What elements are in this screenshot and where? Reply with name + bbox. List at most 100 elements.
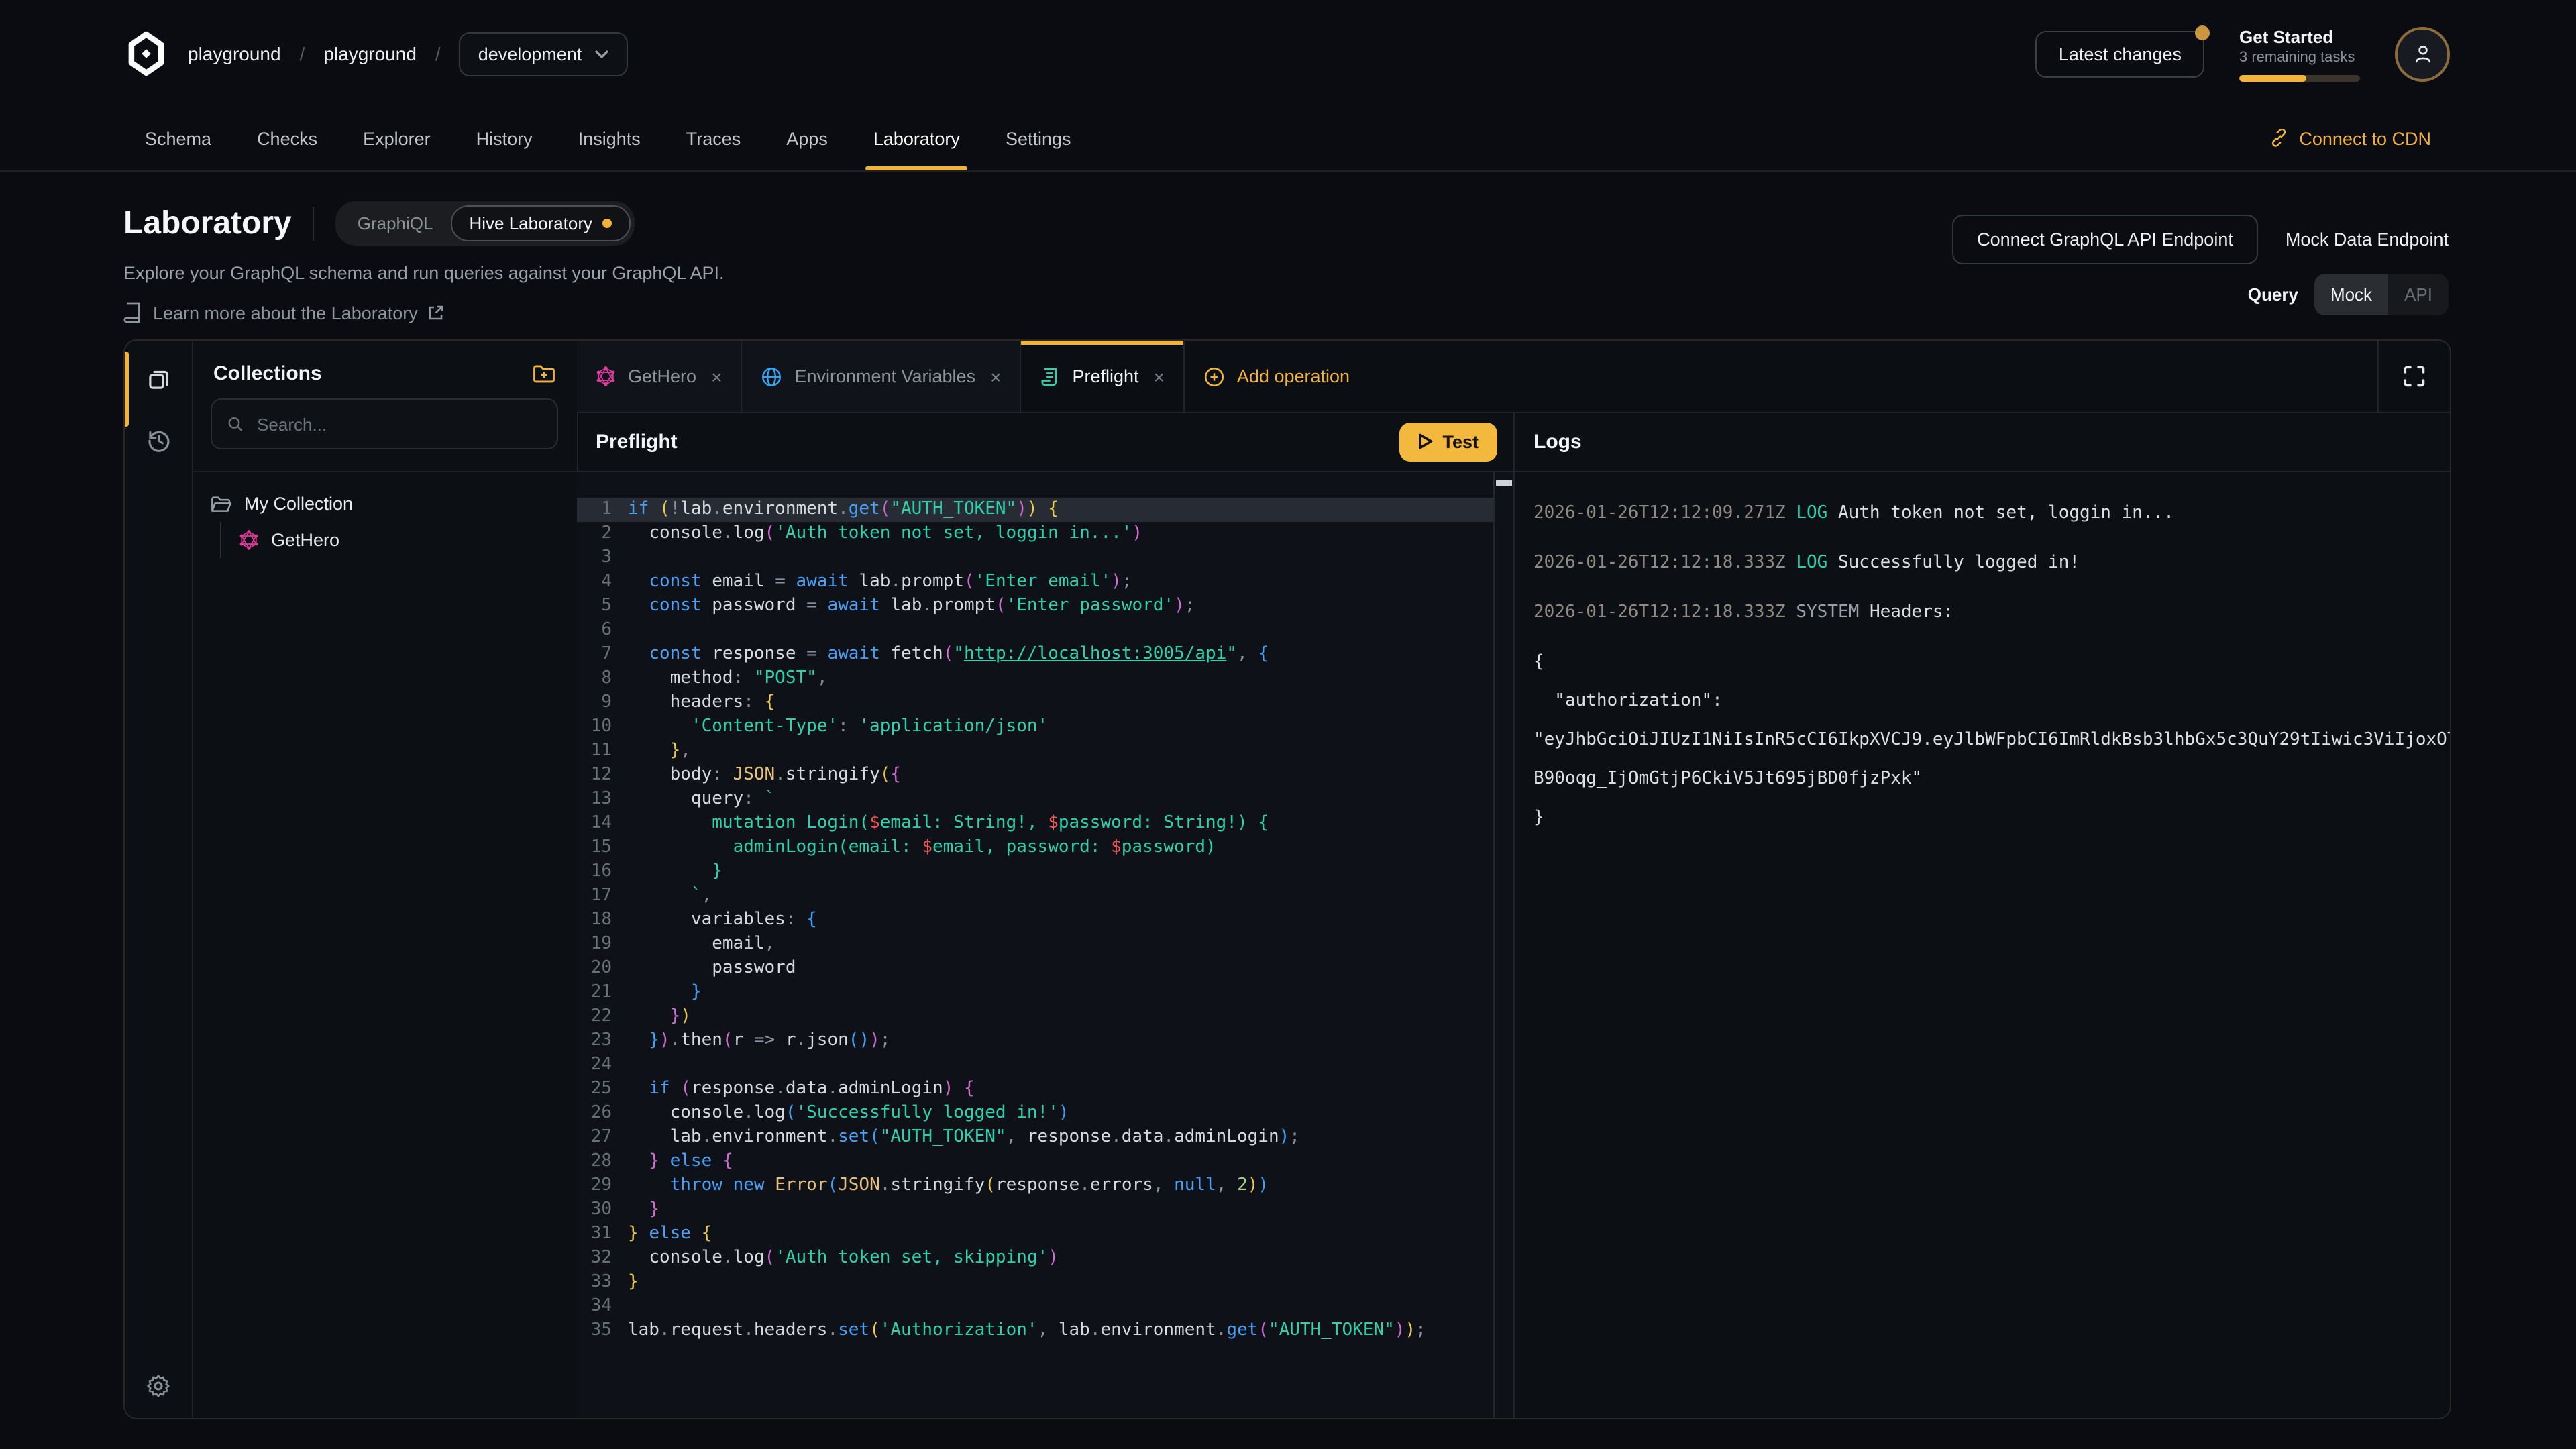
line-number: 9 [577,691,612,715]
get-started-progressbar [2239,74,2360,81]
get-started-widget[interactable]: Get Started 3 remaining tasks [2239,26,2360,81]
fullscreen-icon [2403,365,2426,388]
code-line: 22 }) [577,1005,1495,1029]
line-number: 19 [577,932,612,957]
workspace: GetHero×Environment Variables×Preflight×… [577,341,2450,1418]
log-json-line: "eyJhbGciOiJIUzI1NiIsInR5cCI6IkpXVCJ9.ey… [1534,720,2450,759]
code-line: 10 'Content-Type': 'application/json' [577,715,1495,739]
mode-option-graphiql[interactable]: GraphiQL [340,207,451,240]
nav-item-history[interactable]: History [476,107,533,170]
line-number: 4 [577,570,612,594]
log-timestamp: 2026-01-26T12:12:18.333Z [1534,553,1786,573]
line-number: 21 [577,981,612,1005]
nav-item-schema[interactable]: Schema [145,107,211,170]
code-line: 2 console.log('Auth token not set, loggi… [577,522,1495,546]
logs-header: Logs [1513,412,2450,472]
breadcrumb-separator: / [300,43,305,64]
get-started-title: Get Started [2239,26,2360,46]
code-line: 34 [577,1295,1495,1319]
hive-logo-icon[interactable] [123,31,169,76]
code-line: 28 } else { [577,1150,1495,1174]
learn-more-link[interactable]: Learn more about the Laboratory [123,302,2449,323]
code-line: 18 variables: { [577,908,1495,932]
line-number: 16 [577,860,612,884]
nav-item-settings[interactable]: Settings [1006,107,1071,170]
tab-gethero[interactable]: GetHero× [577,341,742,412]
breadcrumb-org[interactable]: playground [188,43,281,64]
book-icon [123,302,142,323]
search-icon [227,415,244,433]
search-input[interactable] [254,413,542,435]
connect-to-cdn-link[interactable]: Connect to CDN [2268,107,2431,170]
tab-label: Add operation [1237,366,1350,386]
nav-item-apps[interactable]: Apps [786,107,828,170]
nav-item-checks[interactable]: Checks [257,107,317,170]
side-rail [125,341,193,1418]
history-view-button[interactable] [125,427,192,455]
query-mode-mock[interactable]: Mock [2314,274,2388,315]
page-header: Laboratory GraphiQL Hive Laboratory Expl… [123,172,2449,339]
collection-operation-gethero[interactable]: GetHero [239,522,558,558]
collections-view-button[interactable] [125,365,192,393]
nav-item-explorer[interactable]: Explorer [363,107,431,170]
mock-data-endpoint-button[interactable]: Mock Data Endpoint [2286,229,2449,250]
tab-environment-variables[interactable]: Environment Variables × [742,341,1021,412]
add-operation-button[interactable]: Add operation [1185,341,1368,412]
play-icon [1418,433,1433,449]
close-tab-icon[interactable]: × [711,366,722,387]
log-message: Headers: [1870,602,1953,623]
code-line: 11 }, [577,739,1495,763]
close-tab-icon[interactable]: × [990,366,1001,387]
preflight-code-editor[interactable]: 1if (!lab.environment.get("AUTH_TOKEN"))… [577,472,1513,1418]
person-icon [2410,42,2434,66]
collections-title: Collections [213,362,322,385]
tab-preflight[interactable]: Preflight× [1021,341,1184,412]
collection-folder[interactable]: My Collection [211,494,558,514]
log-json-line: { [1534,643,2450,682]
graphql-icon [239,530,259,550]
breadcrumb-project[interactable]: playground [323,43,417,64]
line-number: 6 [577,619,612,643]
fullscreen-button[interactable] [2377,341,2450,412]
mode-option-hive-laboratory[interactable]: Hive Laboratory [450,205,630,241]
user-avatar[interactable] [2395,26,2450,81]
line-number: 27 [577,1126,612,1150]
nav-item-traces[interactable]: Traces [686,107,741,170]
test-button[interactable]: Test [1399,422,1497,461]
settings-button[interactable] [125,1373,192,1399]
log-message: Auth token not set, loggin in... [1838,503,2174,523]
close-tab-icon[interactable]: × [1154,366,1165,387]
connect-graphql-endpoint-button[interactable]: Connect GraphQL API Endpoint [1951,215,2259,264]
code-line: 4 const email = await lab.prompt('Enter … [577,570,1495,594]
nav-item-laboratory[interactable]: Laboratory [873,107,960,170]
graphql-icon [596,366,616,386]
tab-label: Environment Variables [794,366,975,386]
line-number: 24 [577,1053,612,1077]
editor-scrollbar[interactable] [1493,472,1513,1418]
test-button-label: Test [1442,431,1479,451]
preflight-script-icon [1040,366,1060,387]
editor-scrollbar-thumb[interactable] [1496,480,1512,486]
line-number: 34 [577,1295,612,1319]
line-number: 3 [577,546,612,570]
line-number: 5 [577,594,612,619]
logs-title: Logs [1534,430,1582,453]
target-select-value: development [478,44,582,64]
code-line: 7 const response = await fetch("http://l… [577,643,1495,667]
divider [313,206,315,241]
nav-item-insights[interactable]: Insights [578,107,641,170]
code-line: 1if (!lab.environment.get("AUTH_TOKEN"))… [577,498,1495,522]
log-entry: 2026-01-26T12:12:09.271Z LOG Auth token … [1534,494,2450,533]
new-collection-icon[interactable] [533,364,555,384]
query-mode-api[interactable]: API [2388,274,2449,315]
target-select[interactable]: development [460,32,628,76]
top-bar: playground / playground / development La… [0,0,2576,107]
line-number: 29 [577,1174,612,1198]
latest-changes-button[interactable]: Latest changes [2036,30,2204,77]
code-line: 32 console.log('Auth token set, skipping… [577,1246,1495,1271]
collections-search[interactable] [211,398,558,449]
line-number: 1 [577,498,612,522]
log-json-line: "authorization": [1534,682,2450,720]
line-number: 2 [577,522,612,546]
primary-nav: Schema Checks Explorer History Insights Trace… [145,107,1071,170]
